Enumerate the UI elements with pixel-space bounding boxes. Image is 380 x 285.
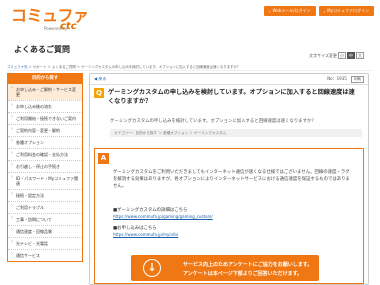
sidebar-list: お申し込み・ご解約・サービス変更 お申し込み後の流れ ご利用開始・接続できないご… [8,84,82,261]
survey-banner[interactable]: ↓ サービス向上のためアンケートにご協力をお願いします。 アンケートは本ページ下… [131,255,319,281]
category-path: カテゴリー：目的から探す ＞ 各種オプション ＞ ゲーミングカスタム [110,129,362,137]
back-link[interactable]: ◀ 戻る [94,76,106,82]
print-button[interactable]: 印刷 [350,75,364,83]
sidebar-box: 目的から探す お申し込み・ご解約・サービス変更 お申し込み後の流れ ご利用開始・… [7,73,83,262]
font-size-small-button[interactable]: 小 [338,52,346,59]
sidebar-item[interactable]: 接続・設定方法 [8,189,82,201]
chevron-right-icon: › [323,8,326,14]
arrow-down-circle-icon: ↓ [143,259,161,277]
mycommufa-login-link[interactable]: › Myコミュファログイン [318,6,374,16]
header-links: › Webメール/ログイン › Myコミュファログイン [263,6,374,16]
font-size-label: 文字サイズ変更 [309,52,337,58]
sidebar-item[interactable]: 工事・訪問について [8,213,82,225]
sidebar-item[interactable]: ご利用トラブル [8,201,82,213]
breadcrumb: コミュファ光 ＞ サポート ＞ よくあるご質問 ＞ ゲーミングカスタムの申し込み… [7,64,373,71]
gaming-custom-link[interactable]: https://www.commufa.jp/gaming/gaming_cus… [113,214,213,219]
gaming-custom-link-label: ■ゲーミングカスタムの詳細はこちら [113,208,188,213]
faq-meta: No：1935 印刷 [327,75,364,83]
apply-link-label: ■お申し込みはこちら [113,226,157,231]
page-title: よくあるご質問 [14,45,70,54]
answer-text: ゲーミングカスタムをご利用いただきましてもインターネット通信が速くなる仕様ではご… [113,170,350,189]
font-size-medium-button[interactable]: 中 [347,52,355,59]
site-header: コミュファ Powered by ctc › Webメール/ログイン › Myコミュ… [0,0,380,38]
chevron-right-icon: › [268,8,271,14]
sidebar-item[interactable]: お引越し・停止の手続き [8,160,82,172]
sidebar-item[interactable]: ご利用料金の確認・支払方法 [8,148,82,160]
sidebar-item[interactable]: 各種オプション [8,136,82,148]
breadcrumb-item[interactable]: よくあるご質問 [52,65,76,69]
sidebar-item[interactable]: ご契約内容・変更・解約 [8,124,82,136]
faq-number: No：1935 [327,76,347,81]
sidebar-title: 目的から探す [8,74,82,84]
logo-ctc: ctc [60,21,77,32]
breadcrumb-item[interactable]: サポート [33,65,47,69]
question-title: ゲーミングカスタムの申し込みを検討しています。オプションに加入すると回線速度は速… [108,89,355,105]
sidebar-item[interactable]: 光テレビ・光電話 [8,237,82,249]
sidebar-item[interactable]: 通信速度・回線品質 [8,225,82,237]
sidebar-item[interactable]: ID・パスワード・Myコミュファ関連 [8,172,82,189]
question-body: ゲーミングカスタムの申し込みを検討しています。オプションに加入すると回線速度は速… [110,119,316,124]
sidebar-item[interactable]: 通信サービス [8,249,82,261]
sidebar-item[interactable]: ご利用開始・接続できないご案内 [8,112,82,124]
breadcrumb-item[interactable]: コミュファ光 [7,65,27,69]
question-row: Q ゲーミングカスタムの申し込みを検討しています。オプションに加入すると回線速度… [94,88,358,106]
font-size-switcher: 文字サイズ変更 小 中 大 [309,52,364,59]
survey-line-2: アンケートは本ページ下部よりご回答いただけます。 [183,271,303,277]
question-icon: Q [94,88,104,98]
breadcrumb-current: ゲーミングカスタムの申し込みを検討しています。オプションに加入すると回線速度は速… [81,65,241,69]
font-size-large-button[interactable]: 大 [356,52,364,59]
faq-panel: ◀ 戻る No：1935 印刷 Q ゲーミングカスタムの申し込みを検討しています… [89,73,369,285]
answer-icon: A [98,153,109,164]
sidebar: 目的から探す お申し込み・ご解約・サービス変更 お申し込み後の流れ ご利用開始・… [7,73,83,262]
answer-box: A ゲーミングカスタムをご利用いただきましてもインターネット通信が速くなる仕様で… [94,148,364,284]
webmail-login-link[interactable]: › Webメール/ログイン [263,6,316,16]
apply-link[interactable]: https://www.commufa.jp/myinfo/ [113,232,178,237]
sidebar-item[interactable]: お申し込み後の流れ [8,100,82,112]
faq-toolbar: ◀ 戻る No：1935 印刷 [90,74,368,85]
survey-line-1: サービス向上のためアンケートにご協力をお願いします。 [183,262,313,268]
sidebar-item[interactable]: お申し込み・ご解約・サービス変更 [8,84,82,100]
